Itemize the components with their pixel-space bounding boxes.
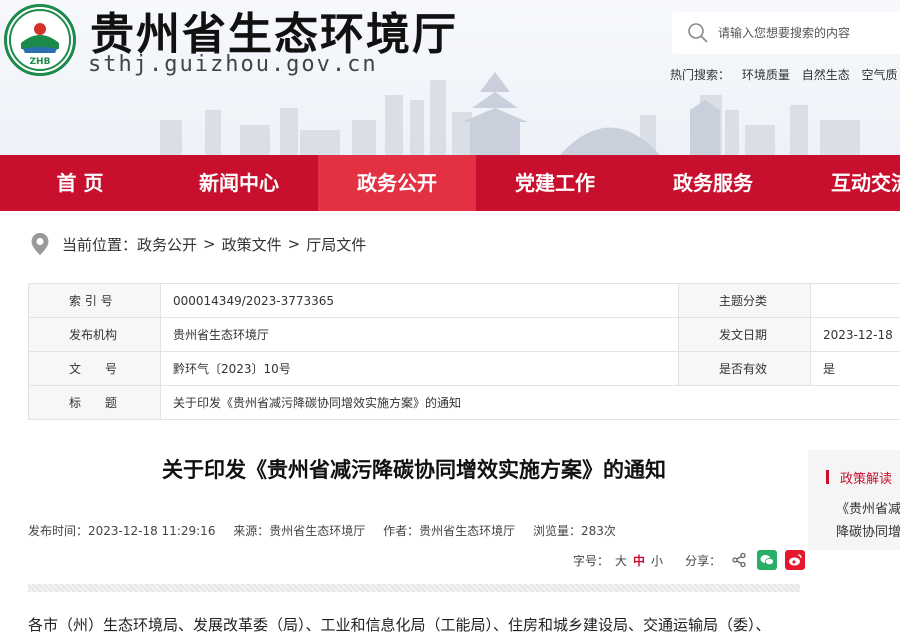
breadcrumb-item[interactable]: 厅局文件 <box>306 234 366 255</box>
meta-key: 发文日期 <box>678 317 811 352</box>
policy-interpretation-link[interactable]: 《贵州省减污降碳协同增效实施方案》政策解读 <box>836 498 900 544</box>
meta-key: 文 号 <box>28 351 161 386</box>
font-size-small-button[interactable]: 小 <box>651 552 663 569</box>
table-row: 标 题 关于印发《贵州省减污降碳协同增效实施方案》的通知 <box>28 385 900 420</box>
hot-keyword[interactable]: 自然生态 <box>802 68 850 82</box>
meta-key: 发布机构 <box>28 317 161 352</box>
site-logo[interactable]: ZHB <box>4 4 76 76</box>
table-row: 索 引 号 000014349/2023-3773365 主题分类 <box>28 283 900 318</box>
meta-key: 主题分类 <box>678 283 811 318</box>
document-meta-table: 索 引 号 000014349/2023-3773365 主题分类 发布机构 贵… <box>28 283 900 420</box>
breadcrumb-separator: > <box>287 235 301 253</box>
publish-time: 发布时间：2023-12-18 11:29:16 <box>28 524 216 538</box>
article-divider <box>28 584 800 592</box>
meta-value: 000014349/2023-3773365 <box>160 283 679 318</box>
nav-item-party[interactable]: 党建工作 <box>476 155 634 211</box>
article-source: 来源：贵州省生态环境厅 <box>233 524 366 538</box>
logo-emblem-icon: ZHB <box>9 9 71 71</box>
site-domain: sthj.guizhou.gov.cn <box>88 52 378 77</box>
article-title: 关于印发《贵州省减污降碳协同增效实施方案》的通知 <box>162 458 666 482</box>
hot-keyword[interactable]: 环境质量 <box>742 68 790 82</box>
meta-value <box>810 283 900 318</box>
meta-value: 关于印发《贵州省减污降碳协同增效实施方案》的通知 <box>160 385 900 420</box>
article-body: 各市（州）生态环境局、发展改革委（局）、工业和信息化局（工能局）、住房和城乡建设… <box>28 616 771 634</box>
policy-interpretation-panel: 政策解读 《贵州省减污降碳协同增效实施方案》政策解读 <box>808 450 900 550</box>
breadcrumb-item[interactable]: 政策文件 <box>222 234 282 255</box>
svg-text:ZHB: ZHB <box>30 57 51 67</box>
share-label: 分享： <box>685 553 722 568</box>
meta-key: 标 题 <box>28 385 161 420</box>
side-title: 政策解读 <box>828 468 892 487</box>
search-icon[interactable] <box>686 21 710 45</box>
meta-value: 2023-12-18 <box>810 317 900 352</box>
breadcrumb-separator: > <box>203 235 216 253</box>
nav-item-interaction[interactable]: 互动交流 <box>792 155 900 211</box>
article-info: 发布时间：2023-12-18 11:29:16 来源：贵州省生态环境厅 作者：… <box>28 522 630 539</box>
meta-value: 黔环气〔2023〕10号 <box>160 351 679 386</box>
location-pin-icon <box>31 233 49 255</box>
share-icon[interactable] <box>729 550 749 570</box>
wechat-share-icon[interactable] <box>757 550 778 570</box>
font-size-label: 字号： <box>573 553 610 568</box>
font-size-large-button[interactable]: 大 <box>615 552 627 569</box>
hot-keyword[interactable]: 空气质 <box>862 68 898 82</box>
hot-search: 热门搜索： 环境质量 自然生态 空气质 <box>670 66 900 83</box>
hot-search-label: 热门搜索： <box>670 68 731 82</box>
nav-item-home[interactable]: 首 页 <box>0 155 160 211</box>
article-tools: 字号： 大 中 小 分享： <box>573 548 806 572</box>
nav-item-gov-affairs[interactable]: 政务公开 <box>318 155 476 211</box>
meta-key: 是否有效 <box>678 351 811 386</box>
meta-key: 索 引 号 <box>28 283 161 318</box>
table-row: 发布机构 贵州省生态环境厅 发文日期 2023-12-18 <box>28 317 900 352</box>
main-nav: 首 页 新闻中心 政务公开 党建工作 政务服务 互动交流 <box>0 155 900 211</box>
nav-item-services[interactable]: 政务服务 <box>634 155 792 211</box>
weibo-share-icon[interactable] <box>785 550 806 570</box>
search-box <box>672 12 900 54</box>
table-row: 文 号 黔环气〔2023〕10号 是否有效 是 <box>28 351 900 386</box>
view-count: 浏览量：283次 <box>532 524 616 538</box>
site-header: ZHB 贵州省生态环境厅 sthj.guizhou.gov.cn 热门搜索： 环… <box>0 0 900 155</box>
font-size-medium-button[interactable]: 中 <box>633 552 645 569</box>
breadcrumb: 当前位置： 政务公开 > 政策文件 > 厅局文件 <box>30 232 366 256</box>
side-title-text: 政策解读 <box>840 472 893 487</box>
article-author: 作者：贵州省生态环境厅 <box>383 524 516 538</box>
nav-item-news[interactable]: 新闻中心 <box>160 155 318 211</box>
breadcrumb-item[interactable]: 政务公开 <box>137 234 197 255</box>
meta-value: 是 <box>810 351 900 386</box>
breadcrumb-label: 当前位置： <box>62 235 138 254</box>
search-input[interactable] <box>718 22 898 44</box>
meta-value: 贵州省生态环境厅 <box>160 317 679 352</box>
